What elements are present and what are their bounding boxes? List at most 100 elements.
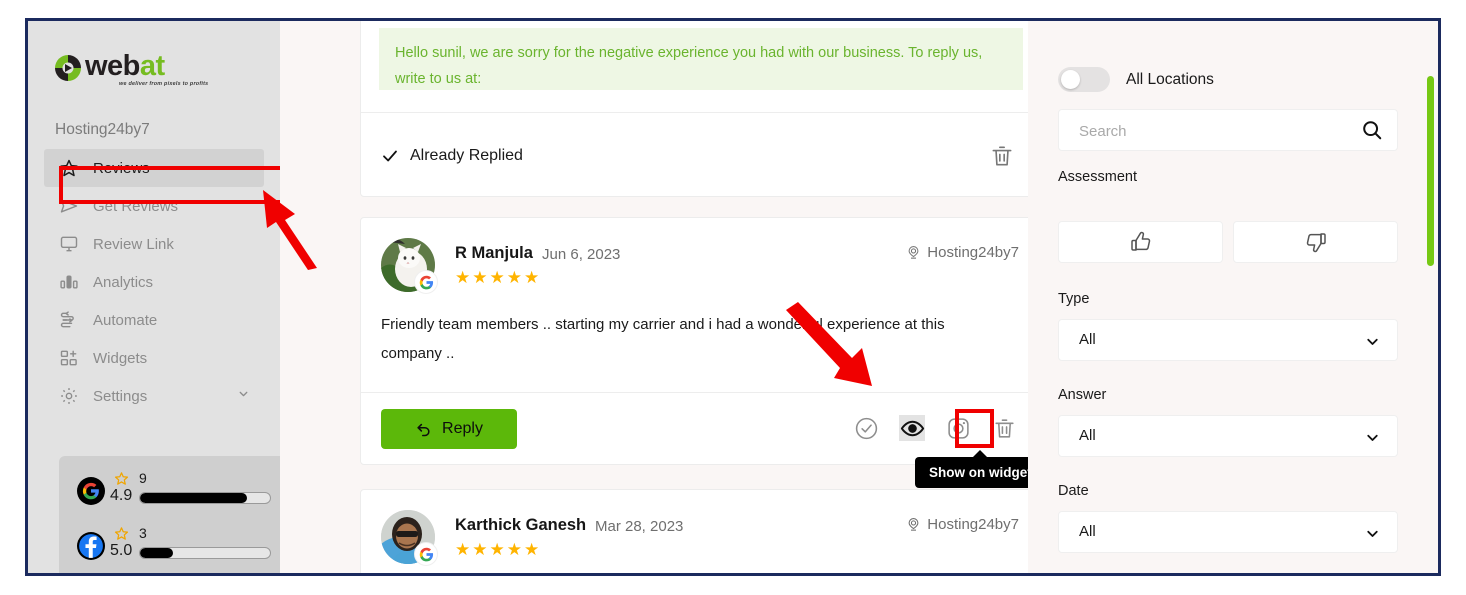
webat-logo-tagline: we deliver from pixels to profits	[119, 81, 209, 87]
thumbs-up-button[interactable]	[1058, 221, 1223, 263]
ratings-summary-panel: 4.9 9 5.0 3	[59, 456, 291, 573]
answer-select[interactable]: All	[1058, 415, 1398, 457]
reviewer-name: R Manjula	[455, 244, 533, 262]
sidebar-item-label: Reviews	[93, 159, 150, 177]
review-header: Karthick Ganesh Mar 28, 2023 ★★★★★ Hosti…	[381, 510, 1019, 566]
rating-value: 5.0	[110, 542, 133, 559]
chevron-down-icon	[1364, 525, 1381, 547]
answer-select-value: All	[1079, 427, 1096, 444]
search-input[interactable]	[1077, 110, 1351, 152]
all-locations-label: All Locations	[1126, 70, 1214, 88]
sidebar-item-label: Widgets	[93, 349, 148, 367]
business-reply-text: Hello sunil, we are sorry for the negati…	[395, 45, 983, 87]
star-icon	[58, 157, 80, 179]
sidebar-item-label: Get Reviews	[93, 197, 179, 215]
thumbs-down-button[interactable]	[1233, 221, 1398, 263]
date-select-value: All	[1079, 523, 1096, 540]
reply-arrow-icon	[415, 421, 432, 438]
sidebar-item-review-link[interactable]: Review Link	[44, 225, 264, 263]
sidebar-item-widgets[interactable]: Widgets	[44, 339, 264, 377]
review-card-previous: Hello sunil, we are sorry for the negati…	[360, 21, 1040, 198]
search-icon[interactable]	[1361, 119, 1383, 141]
location-pin-icon	[906, 517, 921, 532]
answer-label: Answer	[1058, 387, 1107, 403]
automate-icon	[58, 309, 80, 331]
assessment-label: Assessment	[1058, 169, 1137, 185]
chevron-down-icon	[1364, 333, 1381, 355]
date-label: Date	[1058, 483, 1089, 499]
rating-row-facebook: 5.0 3	[77, 525, 277, 572]
star-icon	[114, 526, 129, 541]
type-label: Type	[1058, 291, 1090, 307]
trash-icon[interactable]	[991, 415, 1017, 441]
star-icon: ★	[472, 540, 490, 559]
search-box	[1058, 109, 1398, 152]
send-icon	[58, 195, 80, 217]
sidebar-item-analytics[interactable]: Analytics	[44, 263, 264, 301]
google-source-badge	[414, 542, 438, 566]
star-icon: ★	[506, 540, 524, 559]
review-card: Karthick Ganesh Mar 28, 2023 ★★★★★ Hosti…	[360, 489, 1040, 573]
eye-icon[interactable]	[899, 415, 925, 441]
facebook-icon	[77, 532, 105, 560]
gear-icon	[58, 385, 80, 407]
chevron-down-icon	[237, 388, 250, 405]
monitor-icon	[58, 233, 80, 255]
reviewer-name: Karthick Ganesh	[455, 516, 587, 534]
filters-panel: All Locations Assessment Type All	[1028, 21, 1438, 573]
review-location: Hosting24by7	[906, 244, 1019, 261]
rating-row-google: 4.9 9	[77, 470, 277, 517]
star-rating: ★★★★★	[455, 540, 541, 560]
assessment-buttons	[1058, 221, 1398, 263]
review-body: Friendly team members .. starting my car…	[381, 316, 945, 362]
star-icon	[114, 471, 129, 486]
location-pin-icon	[906, 245, 921, 260]
app-window: webat we deliver from pixels to profits …	[25, 18, 1441, 576]
star-rating: ★★★★★	[455, 268, 541, 288]
page-scrollbar-track[interactable]	[1427, 21, 1436, 573]
star-icon: ★	[524, 268, 542, 287]
reviews-main-panel: Hello sunil, we are sorry for the negati…	[280, 21, 1438, 573]
review-card: R Manjula Jun 6, 2023 ★★★★★ Hosting24by7…	[360, 217, 1046, 488]
already-replied-label: Already Replied	[410, 147, 523, 164]
sidebar-item-automate[interactable]: Automate	[44, 301, 264, 339]
google-source-badge	[414, 270, 438, 294]
left-sidebar: webat we deliver from pixels to profits …	[28, 21, 291, 573]
business-reply-box: Hello sunil, we are sorry for the negati…	[379, 28, 1023, 90]
webat-logo-mark	[55, 55, 81, 81]
review-date: Jun 6, 2023	[542, 246, 621, 263]
check-icon	[381, 147, 399, 165]
sidebar-nav: Reviews Get Reviews Review Link Analytic…	[28, 149, 280, 415]
all-locations-toggle[interactable]	[1058, 67, 1110, 92]
webat-logo: webat we deliver from pixels to profits	[55, 50, 208, 91]
sidebar-item-label: Analytics	[93, 273, 154, 291]
toggle-knob	[1061, 70, 1080, 89]
review-action-icons	[853, 415, 1017, 441]
star-icon: ★	[489, 268, 507, 287]
star-icon: ★	[455, 540, 473, 559]
page-scrollbar-thumb[interactable]	[1427, 76, 1434, 266]
sidebar-item-settings[interactable]: Settings	[44, 377, 264, 415]
type-select[interactable]: All	[1058, 319, 1398, 361]
widgets-icon	[58, 347, 80, 369]
sidebar-item-label: Settings	[93, 387, 148, 405]
rating-count: 9	[139, 470, 147, 486]
review-card-footer: Already Replied	[361, 112, 1039, 198]
sidebar-item-get-reviews[interactable]: Get Reviews	[44, 187, 264, 225]
star-icon: ★	[489, 540, 507, 559]
delete-review-button[interactable]	[989, 143, 1015, 169]
star-icon: ★	[472, 268, 490, 287]
bar-chart-icon	[58, 271, 80, 293]
rating-progress-bar	[139, 547, 271, 559]
review-date: Mar 28, 2023	[595, 518, 684, 535]
reply-button[interactable]: Reply	[381, 409, 517, 449]
star-icon: ★	[506, 268, 524, 287]
sidebar-item-label: Review Link	[93, 235, 174, 253]
date-select[interactable]: All	[1058, 511, 1398, 553]
already-replied-status: Already Replied	[381, 147, 523, 165]
review-location-label: Hosting24by7	[927, 516, 1019, 533]
sidebar-item-reviews[interactable]: Reviews	[44, 149, 264, 187]
check-circle-icon[interactable]	[853, 415, 879, 441]
sidebar-item-label: Automate	[93, 311, 158, 329]
instagram-icon[interactable]	[945, 415, 971, 441]
